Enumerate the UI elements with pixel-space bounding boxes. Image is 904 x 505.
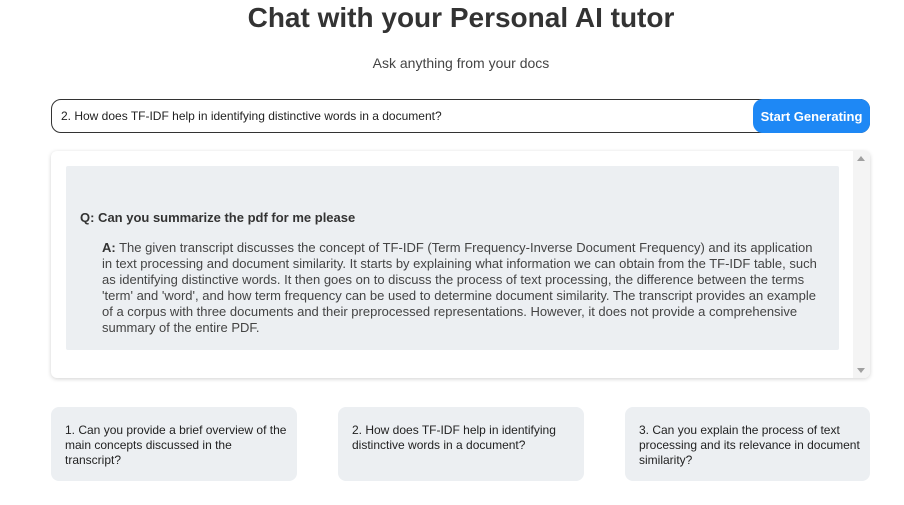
scroll-down-arrow-icon[interactable] [857,368,865,373]
suggestion-card-1[interactable]: 1. Can you provide a brief overview of t… [51,407,297,481]
qa-card: Q: Can you summarize the pdf for me plea… [66,166,839,350]
suggestion-card-2[interactable]: 2. How does TF-IDF help in identifying d… [338,407,584,481]
start-generating-button[interactable]: Start Generating [753,99,870,133]
answer-block: A: The given transcript discusses the co… [102,240,826,336]
question-text: Q: Can you summarize the pdf for me plea… [80,210,356,225]
page-title: Chat with your Personal AI tutor [247,2,675,33]
query-input[interactable] [52,100,752,132]
suggestion-card-3[interactable]: 3. Can you explain the process of text p… [625,407,870,481]
chat-scrollbar[interactable] [853,151,870,378]
scroll-up-arrow-icon[interactable] [857,156,865,161]
page-subtitle: Ask anything from your docs [372,55,550,71]
answer-label: A: [102,240,116,255]
query-bar: Start Generating [51,99,870,133]
chat-panel: Q: Can you summarize the pdf for me plea… [51,151,870,378]
answer-text: The given transcript discusses the conce… [102,240,817,335]
